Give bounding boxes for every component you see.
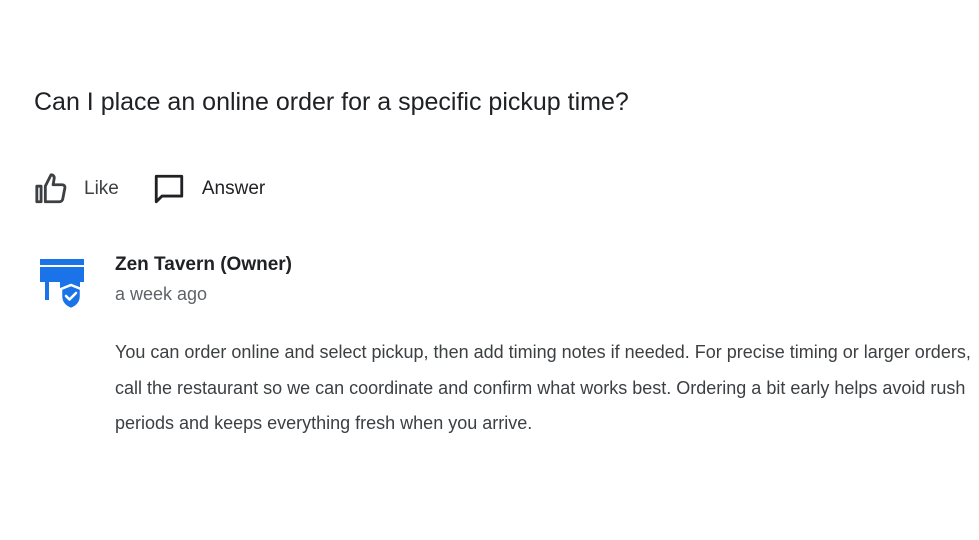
like-button[interactable]: Like bbox=[34, 172, 119, 206]
verified-store-icon bbox=[38, 256, 88, 316]
reply-author: Zen Tavern (Owner) bbox=[115, 254, 293, 275]
reply-timestamp: a week ago bbox=[115, 284, 208, 304]
question-text: Can I place an online order for a specif… bbox=[34, 88, 629, 116]
answer-button[interactable]: Answer bbox=[152, 172, 265, 206]
question-actions: Like Answer bbox=[34, 170, 265, 208]
answer-label: Answer bbox=[201, 178, 266, 199]
reply-text: You can order online and select pickup, … bbox=[115, 342, 971, 433]
thumbs-up-icon bbox=[34, 172, 68, 206]
comment-icon bbox=[152, 172, 186, 206]
like-label: Like bbox=[84, 178, 119, 199]
